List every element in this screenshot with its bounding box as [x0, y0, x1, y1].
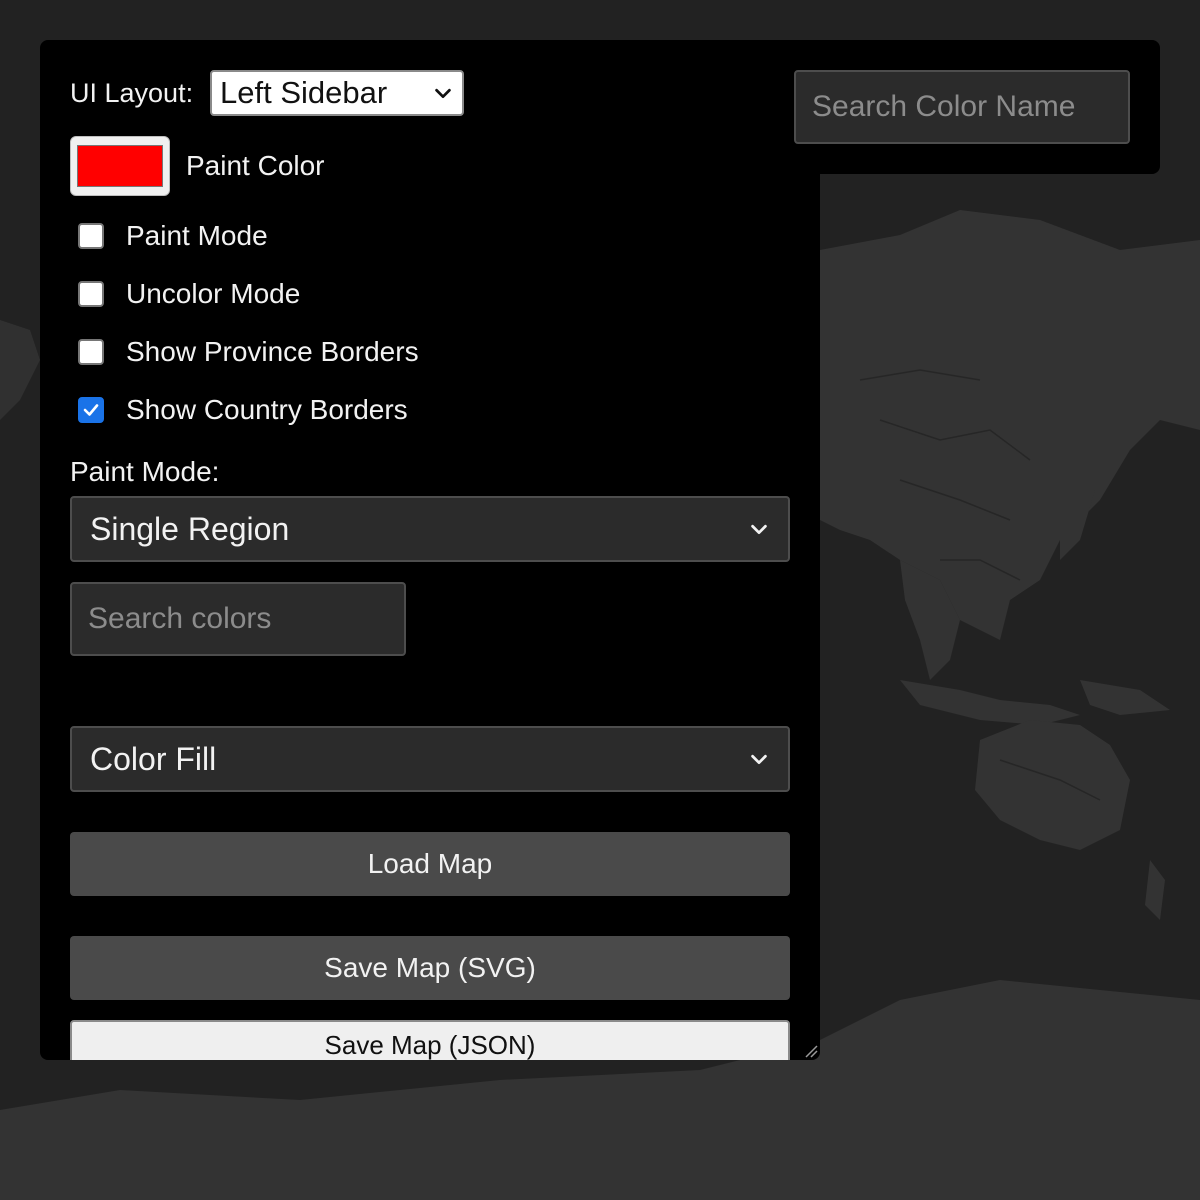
control-sidebar: UI Layout: Left Sidebar Paint Color Pain… [40, 40, 820, 1060]
layout-select[interactable]: Left Sidebar [210, 70, 464, 116]
color-name-search-panel [764, 40, 1160, 174]
save-svg-button[interactable]: Save Map (SVG) [70, 936, 790, 1000]
chevron-down-icon [435, 88, 451, 99]
checkmark-icon [83, 404, 99, 416]
paint-mode-select[interactable]: Single Region [70, 496, 790, 562]
uncolor-mode-checkbox[interactable] [78, 281, 104, 307]
province-borders-checkbox-row[interactable]: Show Province Borders [78, 332, 419, 372]
paint-color-row: Paint Color [70, 136, 325, 196]
layout-row: UI Layout: Left Sidebar [70, 70, 510, 116]
province-borders-checkbox-label: Show Province Borders [126, 336, 419, 367]
resize-handle-icon[interactable] [804, 1044, 818, 1058]
country-borders-checkbox[interactable] [78, 397, 104, 423]
uncolor-mode-checkbox-label: Uncolor Mode [126, 278, 301, 309]
color-name-search-input[interactable] [794, 70, 1130, 144]
paint-color-picker[interactable] [70, 136, 170, 196]
save-json-button[interactable]: Save Map (JSON) [70, 1020, 790, 1060]
country-borders-checkbox-label: Show Country Borders [126, 394, 408, 425]
layout-select-value: Left Sidebar [220, 75, 388, 110]
paint-mode-checkbox[interactable] [78, 223, 104, 249]
province-borders-checkbox[interactable] [78, 339, 104, 365]
layout-label: UI Layout: [70, 77, 194, 108]
uncolor-mode-checkbox-row[interactable]: Uncolor Mode [78, 274, 300, 314]
paint-mode-checkbox-row[interactable]: Paint Mode [78, 216, 268, 256]
fill-mode-select-value: Color Fill [90, 740, 217, 777]
paint-color-swatch [77, 145, 163, 187]
paint-color-label: Paint Color [186, 150, 325, 181]
load-map-button[interactable]: Load Map [70, 832, 790, 896]
chevron-down-icon [751, 754, 767, 765]
paint-mode-select-value: Single Region [90, 510, 290, 547]
search-colors-input[interactable] [70, 582, 406, 656]
paint-mode-label: Paint Mode: [70, 456, 220, 487]
chevron-down-icon [751, 524, 767, 535]
country-borders-checkbox-row[interactable]: Show Country Borders [78, 390, 408, 430]
fill-mode-select[interactable]: Color Fill [70, 726, 790, 792]
paint-mode-checkbox-label: Paint Mode [126, 220, 268, 251]
